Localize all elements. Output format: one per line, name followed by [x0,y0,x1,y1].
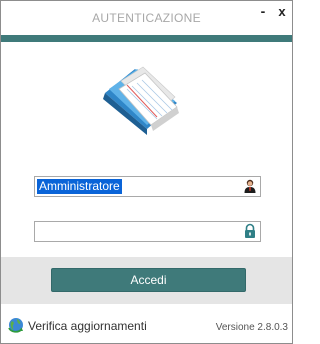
documents-logo-icon [103,66,179,135]
minimize-button[interactable]: - [256,4,270,20]
user-avatar-icon [244,179,256,193]
check-updates-label: Verifica aggiornamenti [28,319,147,333]
title-bar: AUTENTICAZIONE - x [1,1,292,35]
version-label: Versione 2.8.0.3 [215,322,288,333]
globe-refresh-icon [8,318,23,333]
username-input[interactable]: Amministratore [37,179,122,194]
login-bar: Accedi [1,257,292,304]
login-button[interactable]: Accedi [51,268,246,292]
login-window: AUTENTICAZIONE - x Amministratore Accedi… [0,0,293,344]
password-input[interactable] [37,224,237,239]
password-field[interactable] [34,221,261,242]
accent-bar [1,35,292,42]
close-button[interactable]: x [275,5,289,21]
window-title: AUTENTICAZIONE [92,11,201,25]
lock-icon [245,223,255,238]
username-field[interactable]: Amministratore [34,176,261,197]
